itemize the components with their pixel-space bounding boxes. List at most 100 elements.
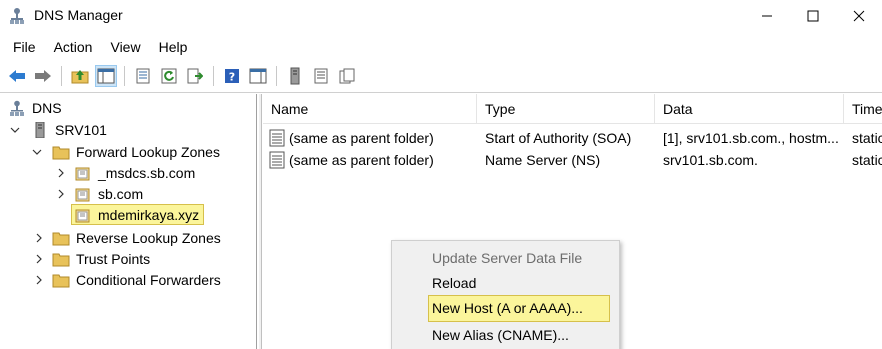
menu-item-update-server-data-file[interactable]: Update Server Data File <box>432 246 582 270</box>
tree-item-dns[interactable]: DNS <box>8 97 62 118</box>
refresh-button[interactable] <box>158 65 180 87</box>
toolbar: ? <box>0 62 882 90</box>
menu-item-new-host[interactable]: New Host (A or AAAA)... <box>428 295 610 322</box>
tree-label: Forward Lookup Zones <box>76 143 220 160</box>
tree-item-forward-lookup-zones[interactable]: Forward Lookup Zones <box>52 141 220 162</box>
back-button[interactable] <box>6 65 28 87</box>
menu-action[interactable]: Action <box>48 39 99 55</box>
cell-name: (same as parent folder) <box>269 149 477 171</box>
zone-icon <box>75 188 90 201</box>
action-pane-icon <box>249 68 267 84</box>
tree-label: _msdcs.sb.com <box>98 164 196 181</box>
toolbar-separator <box>276 66 277 86</box>
refresh-icon <box>161 68 177 84</box>
tree-label-srv101: SRV101 <box>55 121 107 138</box>
tree-item-msdcs[interactable]: _msdcs.sb.com <box>74 162 195 183</box>
folder-icon <box>52 232 70 245</box>
help-button[interactable]: ? <box>221 65 243 87</box>
menu-item-new-host-label: New Host (A or AAAA)... <box>432 300 583 316</box>
chevron-right-icon[interactable] <box>56 189 66 199</box>
tree-item-trust-points[interactable]: Trust Points <box>52 248 150 269</box>
minimize-icon <box>762 15 772 17</box>
close-icon <box>853 10 865 22</box>
server-icon <box>35 121 45 138</box>
toolbar-border <box>0 92 882 93</box>
column-header-data[interactable]: Data <box>655 94 844 124</box>
back-icon <box>9 70 25 82</box>
table-row[interactable]: (same as parent folder) Start of Authori… <box>263 127 882 149</box>
properties-button[interactable] <box>132 65 154 87</box>
table-row[interactable]: (same as parent folder) Name Server (NS)… <box>263 149 882 171</box>
folder-icon <box>52 274 70 287</box>
zone-list-icon <box>314 68 328 84</box>
tree-label: Conditional Forwarders <box>76 271 221 288</box>
help-icon: ? <box>225 69 239 84</box>
cell-time: static <box>852 130 882 146</box>
menu-item-new-alias[interactable]: New Alias (CNAME)... <box>432 323 569 347</box>
column-header-time[interactable]: Time <box>844 94 882 124</box>
tree-label-dns: DNS <box>32 99 62 116</box>
cell-data: [1], srv101.sb.com., hostm... <box>663 130 839 146</box>
tree-item-srv101[interactable]: SRV101 <box>31 119 107 140</box>
tree-label: Reverse Lookup Zones <box>76 229 221 246</box>
folder-icon <box>52 146 70 159</box>
dns-manager-icon <box>10 8 24 24</box>
record-icon <box>269 151 285 169</box>
tree-label: sb.com <box>98 185 144 202</box>
cell-data: srv101.sb.com. <box>663 152 758 168</box>
column-header-name[interactable]: Name <box>263 94 477 124</box>
up-folder-icon <box>71 70 89 84</box>
copy-icon <box>339 68 355 84</box>
list-header: Name Type Data Time <box>263 94 882 124</box>
menu-bar: File Action View Help <box>0 35 882 59</box>
server-icon <box>290 67 300 85</box>
copy-button[interactable] <box>336 65 358 87</box>
svg-text:?: ? <box>229 71 235 84</box>
properties-icon <box>136 68 150 84</box>
column-header-type[interactable]: Type <box>477 94 655 124</box>
maximize-button[interactable] <box>790 0 836 32</box>
zone-list-button[interactable] <box>310 65 332 87</box>
window-title: DNS Manager <box>34 7 123 23</box>
maximize-icon <box>807 10 819 22</box>
up-one-level-button[interactable] <box>69 65 91 87</box>
toolbar-separator <box>124 66 125 86</box>
title-bar: DNS Manager <box>0 0 882 32</box>
menu-item-reload[interactable]: Reload <box>432 271 476 295</box>
cell-type: Name Server (NS) <box>485 152 601 168</box>
chevron-right-icon[interactable] <box>34 254 44 264</box>
dns-icon <box>10 100 24 116</box>
chevron-right-icon[interactable] <box>34 233 44 243</box>
show-hide-tree-icon <box>97 68 115 84</box>
record-icon <box>269 129 285 147</box>
cell-time: static <box>852 152 882 168</box>
close-button[interactable] <box>836 0 882 32</box>
menu-help[interactable]: Help <box>153 39 194 55</box>
export-list-button[interactable] <box>184 65 206 87</box>
cell-type: Start of Authority (SOA) <box>485 130 632 146</box>
toolbar-separator <box>213 66 214 86</box>
tree-item-sb-com[interactable]: sb.com <box>74 183 143 204</box>
tree-item-reverse-lookup-zones[interactable]: Reverse Lookup Zones <box>52 227 221 248</box>
action-pane-button[interactable] <box>247 65 269 87</box>
chevron-down-icon[interactable] <box>10 125 20 135</box>
show-hide-console-tree-button[interactable] <box>95 65 117 87</box>
minimize-button[interactable] <box>744 0 790 32</box>
chevron-right-icon[interactable] <box>34 275 44 285</box>
menu-file[interactable]: File <box>7 39 42 55</box>
chevron-down-icon[interactable] <box>32 147 42 157</box>
export-list-icon <box>187 68 203 84</box>
tree-item-mdemirkaya-xyz[interactable]: mdemirkaya.xyz <box>71 204 205 225</box>
forward-button[interactable] <box>32 65 54 87</box>
tree-item-conditional-forwarders[interactable]: Conditional Forwarders <box>52 269 221 290</box>
zone-icon <box>75 209 90 222</box>
pane-splitter[interactable] <box>259 94 262 349</box>
record-name: (same as parent folder) <box>289 152 434 168</box>
server-button[interactable] <box>284 65 306 87</box>
chevron-right-icon[interactable] <box>56 168 66 178</box>
tree-label: mdemirkaya.xyz <box>98 206 200 223</box>
menu-view[interactable]: View <box>104 39 146 55</box>
console-tree: DNS SRV101 Forward Lookup Zones _msdcs.s… <box>0 94 257 349</box>
record-name: (same as parent folder) <box>289 130 434 146</box>
toolbar-separator <box>61 66 62 86</box>
